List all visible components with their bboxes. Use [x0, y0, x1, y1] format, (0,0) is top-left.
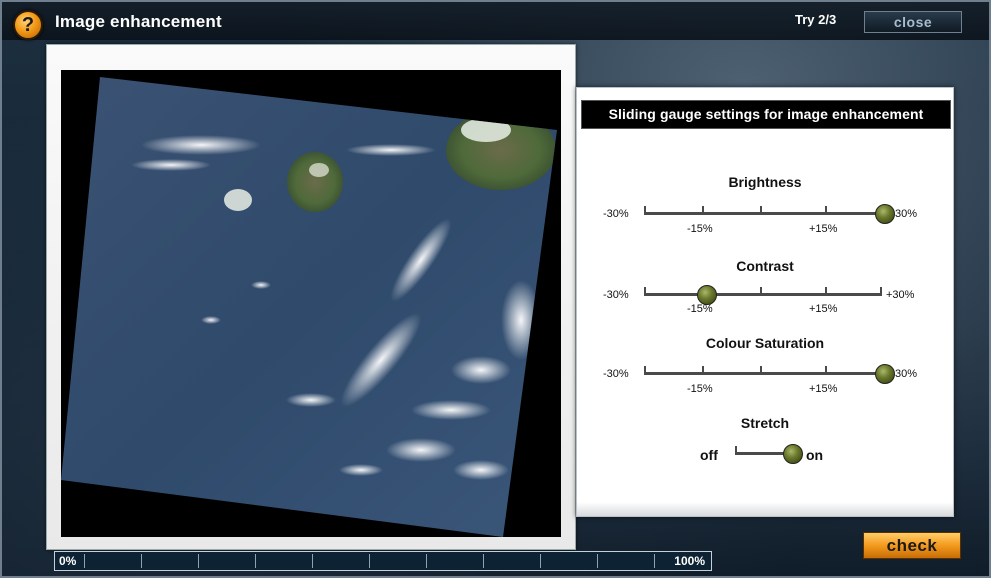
- progress-segment: [369, 554, 370, 568]
- saturation-title: Colour Saturation: [705, 335, 825, 351]
- saturation-mark-minus: -15%: [687, 383, 713, 395]
- progress-segment: [312, 554, 313, 568]
- contrast-tick: [644, 287, 646, 296]
- saturation-slider-knob[interactable]: [875, 364, 895, 384]
- progress-segment: [426, 554, 427, 568]
- saturation-tick: [644, 366, 646, 375]
- progress-segment: [483, 554, 484, 568]
- contrast-track[interactable]: [644, 293, 880, 296]
- help-button[interactable]: ?: [13, 10, 43, 40]
- satellite-image: [61, 77, 557, 537]
- progress-bar: 0% 100%: [54, 551, 712, 571]
- brightness-track[interactable]: [644, 212, 880, 215]
- progress-end-label: 100%: [674, 554, 705, 568]
- contrast-slider-knob[interactable]: [697, 285, 717, 305]
- progress-segment: [141, 554, 142, 568]
- stretch-title: Stretch: [740, 415, 790, 431]
- brightness-mark-plus: +15%: [809, 223, 838, 235]
- close-button[interactable]: close: [864, 11, 962, 33]
- window-title: Image enhancement: [55, 12, 222, 31]
- contrast-min-label: -30%: [603, 289, 629, 301]
- progress-start-label: 0%: [59, 554, 77, 568]
- saturation-tick: [825, 366, 827, 375]
- contrast-tick: [825, 287, 827, 296]
- try-counter: Try 2/3: [795, 12, 837, 27]
- progress-segment: [255, 554, 256, 568]
- image-viewport: [61, 70, 561, 537]
- brightness-slider-knob[interactable]: [875, 204, 895, 224]
- progress-segment: [654, 554, 655, 568]
- brightness-mark-minus: -15%: [687, 223, 713, 235]
- brightness-tick: [825, 206, 827, 215]
- check-button[interactable]: check: [863, 532, 961, 559]
- brightness-tick: [644, 206, 646, 215]
- stretch-toggle-knob[interactable]: [783, 444, 803, 464]
- brightness-min-label: -30%: [603, 208, 629, 220]
- contrast-title: Contrast: [736, 258, 794, 274]
- progress-segment: [540, 554, 541, 568]
- saturation-tick: [702, 366, 704, 375]
- saturation-tick: [760, 366, 762, 375]
- progress-segment: [84, 554, 85, 568]
- saturation-max-label: 30%: [895, 368, 918, 380]
- title-bar: ? Image enhancement Try 2/3 close: [2, 2, 989, 40]
- brightness-max-label: 30%: [895, 208, 918, 220]
- brightness-tick: [760, 206, 762, 215]
- saturation-track[interactable]: [644, 372, 880, 375]
- image-panel: [46, 44, 576, 550]
- contrast-max-label: +30%: [886, 289, 915, 301]
- saturation-min-label: -30%: [603, 368, 629, 380]
- brightness-title: Brightness: [728, 174, 802, 190]
- stretch-tick: [735, 446, 737, 455]
- contrast-tick: [760, 287, 762, 296]
- settings-panel: Sliding gauge settings for image enhance…: [576, 87, 954, 517]
- settings-header: Sliding gauge settings for image enhance…: [581, 100, 951, 129]
- stretch-off-label: off: [700, 447, 718, 463]
- saturation-mark-plus: +15%: [809, 383, 838, 395]
- contrast-mark-minus: -15%: [687, 303, 713, 315]
- stretch-on-label: on: [806, 447, 824, 463]
- contrast-tick: [880, 287, 882, 296]
- contrast-mark-plus: +15%: [809, 303, 838, 315]
- app-window: ? Image enhancement Try 2/3 close Slidin…: [0, 0, 991, 578]
- brightness-tick: [702, 206, 704, 215]
- progress-segment: [198, 554, 199, 568]
- question-mark-icon: ?: [21, 14, 35, 36]
- progress-segment: [597, 554, 598, 568]
